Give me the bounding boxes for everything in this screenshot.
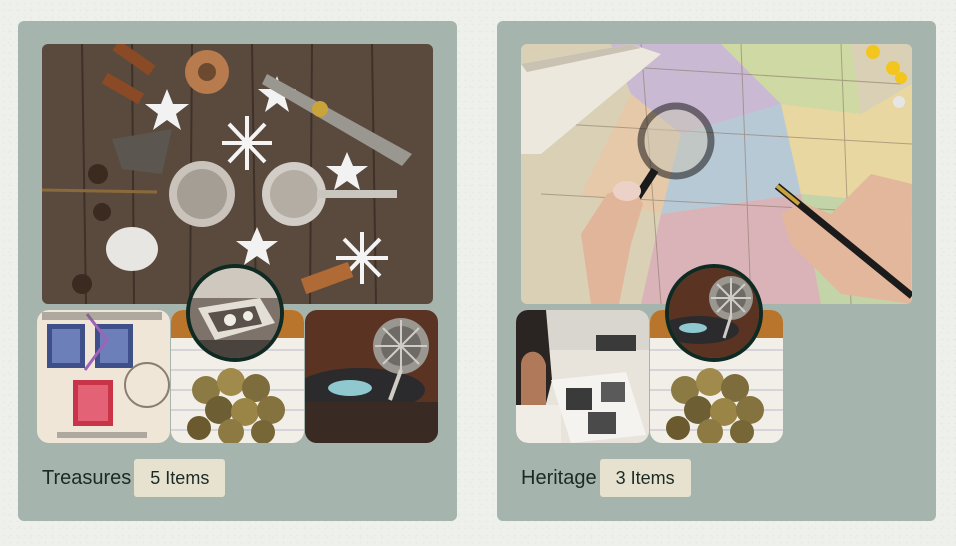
collection-avatar-badge	[665, 264, 763, 362]
item-count-badge: 3 Items	[599, 459, 691, 497]
item-thumbnail-stamps[interactable]	[37, 310, 170, 443]
collection-name[interactable]: Treasures	[42, 467, 131, 490]
item-thumbnail-photo-album[interactable]	[516, 310, 649, 443]
item-count-badge: 5 Items	[134, 459, 226, 497]
collection-card-treasures[interactable]: Treasures 5 Items	[18, 21, 457, 521]
collection-name[interactable]: Heritage	[521, 467, 597, 490]
collection-card-heritage[interactable]: Heritage 3 Items	[497, 21, 936, 521]
item-thumbnail-gramophone[interactable]	[305, 310, 438, 443]
collection-footer: Treasures 5 Items	[42, 459, 226, 497]
collection-avatar-badge	[186, 264, 284, 362]
collection-footer: Heritage 3 Items	[521, 459, 691, 497]
